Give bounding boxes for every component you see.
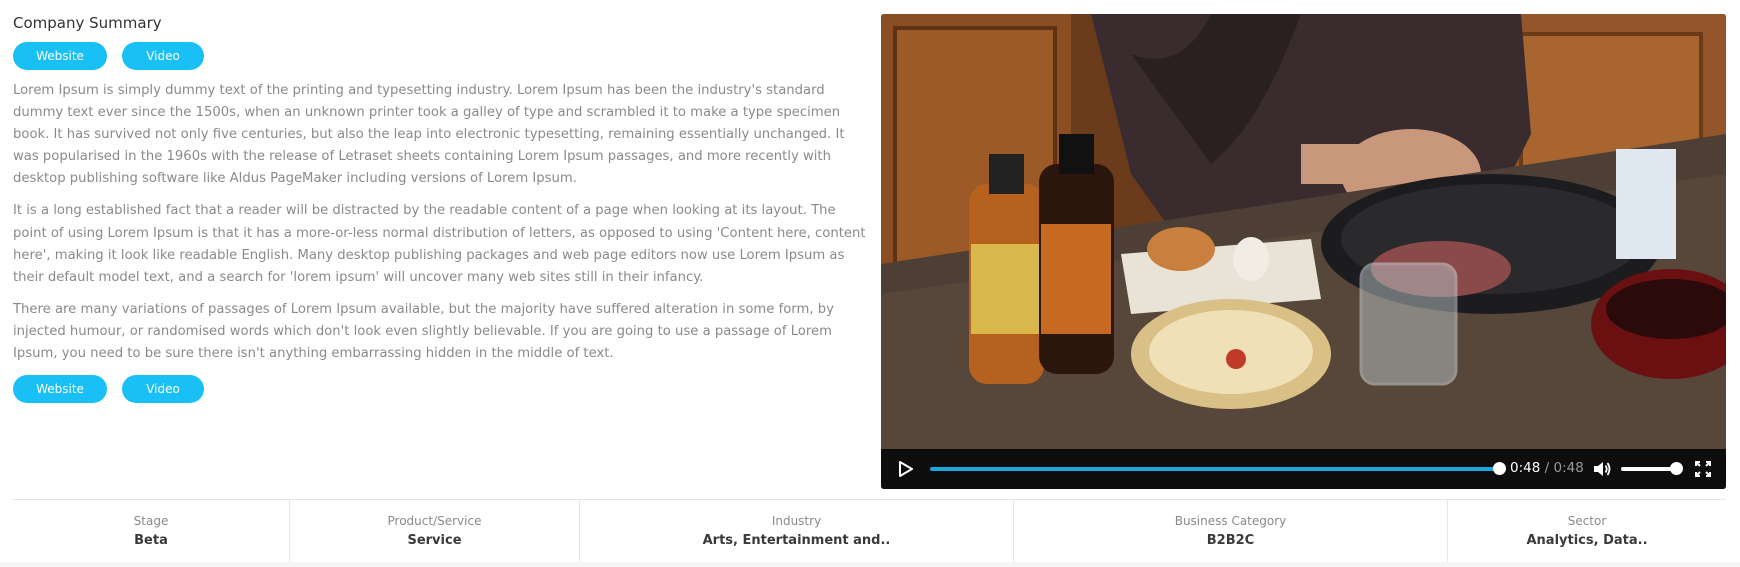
bottom-button-row: Website Video [13, 375, 863, 404]
fullscreen-icon[interactable] [1695, 461, 1711, 477]
page-bottom-edge [0, 562, 1740, 567]
video-controls: 0:48 / 0:48 [881, 449, 1726, 489]
summary-paragraph: It is a long established fact that a rea… [13, 203, 866, 285]
video-player[interactable]: 0:48 / 0:48 [881, 14, 1726, 489]
stat-product-service: Product/Service Service [289, 500, 579, 567]
progress-handle[interactable] [1493, 462, 1506, 475]
company-summary-section: Company Summary Website Video Lorem Ipsu… [13, 14, 866, 404]
section-title: Company Summary [13, 14, 162, 32]
website-button[interactable]: Website [13, 42, 107, 70]
stat-label: Stage [133, 514, 169, 528]
top-button-row: Website Video [13, 42, 863, 70]
stat-label: Sector [1567, 514, 1607, 528]
duration: 0:48 [1553, 460, 1584, 476]
stat-value: Service [407, 533, 462, 548]
video-button[interactable]: Video [122, 375, 204, 404]
stat-label: Industry [771, 514, 822, 528]
stat-label: Business Category [1174, 514, 1287, 528]
stat-value: Beta [134, 533, 168, 548]
summary-paragraph: There are many variations of passages of… [13, 301, 834, 362]
volume-icon[interactable] [1593, 460, 1611, 478]
volume-handle[interactable] [1670, 462, 1683, 475]
stat-sector: Sector Analytics, Data.. [1447, 500, 1726, 567]
stat-business-category: Business Category B2B2C [1013, 500, 1447, 567]
time-display: 0:48 / 0:48 [1510, 460, 1584, 476]
stat-stage: Stage Beta [13, 500, 289, 567]
video-button[interactable]: Video [122, 42, 204, 70]
play-icon[interactable] [899, 461, 913, 477]
stat-value: Analytics, Data.. [1526, 533, 1648, 548]
stat-value: Arts, Entertainment and.. [702, 533, 891, 548]
volume-slider[interactable] [1621, 467, 1676, 471]
stat-industry: Industry Arts, Entertainment and.. [579, 500, 1013, 567]
stat-value: B2B2C [1206, 533, 1255, 548]
current-time: 0:48 [1510, 460, 1541, 476]
time-separator: / [1544, 460, 1550, 476]
summary-paragraph: Lorem Ipsum is simply dummy text of the … [13, 83, 845, 187]
company-stats-bar: Stage Beta Product/Service Service Indus… [13, 500, 1726, 567]
progress-bar[interactable] [930, 467, 1498, 471]
video-frame[interactable] [881, 14, 1726, 449]
stat-label: Product/Service [387, 514, 482, 528]
website-button[interactable]: Website [13, 375, 107, 404]
